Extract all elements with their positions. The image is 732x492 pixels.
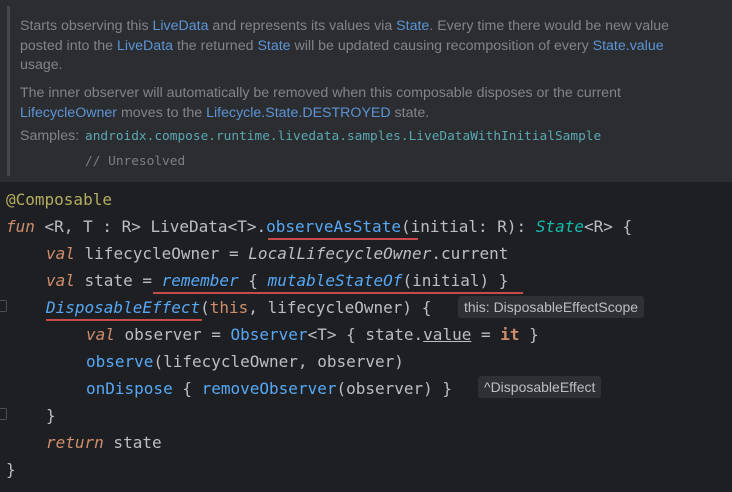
code-text: state =: [74, 271, 162, 290]
doc-link-state-value[interactable]: State.value: [593, 38, 664, 54]
code-line-lifecycle-owner[interactable]: val lifecycleOwner = LocalLifecycleOwner…: [46, 240, 508, 267]
doc-link-destroyed[interactable]: Lifecycle.State.DESTROYED: [206, 105, 391, 121]
doc-paragraph-1: Starts observing this LiveData and repre…: [20, 17, 710, 76]
code-line-return[interactable]: return state: [46, 429, 162, 456]
code-text: }: [6, 460, 16, 479]
property-value: value: [423, 325, 472, 344]
parameters: (initial: R):: [400, 217, 536, 236]
code-line-observer[interactable]: val observer = Observer<T> { state.value…: [86, 321, 539, 348]
fold-marker[interactable]: [0, 300, 7, 312]
keyword-val: val: [86, 325, 115, 344]
keyword-return: return: [46, 433, 104, 452]
keyword-it: it: [500, 325, 520, 344]
code-text: , lifecycleOwner) {: [248, 298, 432, 317]
code-line-ondispose[interactable]: onDispose { removeObserver(observer) }: [86, 375, 452, 402]
annotation: @Composable: [6, 190, 112, 209]
error-underline: [268, 238, 418, 240]
code-text: (: [200, 298, 210, 317]
keyword-val: val: [46, 271, 75, 290]
code-line-close-brace[interactable]: }: [46, 402, 56, 429]
doc-text: usage.: [20, 57, 63, 74]
code-text: lifecycleOwner =: [74, 244, 249, 263]
documentation-popup: Starts observing this LiveData and repre…: [0, 0, 732, 182]
code-text: observer =: [114, 325, 231, 344]
code-text: {: [238, 271, 268, 290]
keyword-val: val: [46, 244, 75, 263]
doc-text: the returned: [173, 37, 258, 54]
local-lifecycle-owner: LocalLifecycleOwner: [248, 244, 432, 263]
doc-sample-link[interactable]: androidx.compose.runtime.livedata.sample…: [85, 129, 601, 144]
inlay-hint-this: this: DisposableEffectScope: [458, 296, 645, 318]
generic-params: <R, T : R>: [34, 217, 151, 236]
fn-removeobserver: removeObserver: [201, 379, 337, 398]
code-text: (initial) }: [402, 271, 509, 290]
inlay-hint-dispose: ^DisposableEffect: [478, 376, 602, 398]
code-text: (lifecycleOwner, observer): [153, 352, 404, 371]
doc-link-state[interactable]: State: [396, 18, 429, 34]
receiver-type: LiveData<T>.: [150, 217, 267, 236]
signature-tail: <R> {: [583, 217, 633, 236]
doc-sample-comment: // Unresolved: [85, 154, 186, 169]
error-underline: [153, 292, 523, 294]
doc-text: moves to the: [117, 104, 207, 121]
code-text: .current: [431, 244, 509, 263]
code-text: (observer) }: [336, 379, 453, 398]
code-line-signature[interactable]: fun <R, T : R> LiveData<T>.observeAsStat…: [6, 213, 632, 240]
code-text: {: [172, 379, 202, 398]
keyword-fun: fun: [6, 217, 35, 236]
code-text: }: [519, 325, 539, 344]
code-line-observe[interactable]: observe(lifecycleOwner, observer): [86, 348, 404, 375]
function-name: observeAsState: [266, 217, 401, 236]
code-line-state[interactable]: val state = remember { mutableStateOf(in…: [46, 267, 508, 294]
doc-quote-bar: [7, 6, 10, 176]
code-text: <T>: [307, 325, 337, 344]
fn-mutablestateof: mutableStateOf: [267, 271, 403, 290]
code-text: state: [103, 433, 162, 452]
doc-link-livedata[interactable]: LiveData: [152, 18, 208, 34]
code-text: }: [46, 406, 56, 425]
fn-observe: observe: [86, 352, 154, 371]
doc-text: will be updated causing recomposition of…: [290, 37, 593, 54]
code-line-annotation[interactable]: @Composable: [6, 186, 112, 213]
code-line-final-brace[interactable]: }: [6, 456, 16, 483]
code-text: =: [471, 325, 501, 344]
doc-link-livedata-2[interactable]: LiveData: [117, 38, 173, 54]
code-line-disposable-effect[interactable]: DisposableEffect(this, lifecycleOwner) {: [46, 294, 431, 321]
fn-remember: remember: [161, 271, 239, 290]
doc-link-lifecycleowner[interactable]: LifecycleOwner: [20, 105, 117, 121]
doc-paragraph-2: The inner observer will automatically be…: [20, 84, 710, 123]
code-text: { state.: [336, 325, 424, 344]
fold-marker[interactable]: [0, 408, 7, 420]
fn-disposableeffect: DisposableEffect: [46, 298, 201, 317]
doc-link-state-2[interactable]: State: [257, 38, 290, 54]
doc-text: The inner observer will automatically be…: [20, 85, 621, 101]
doc-samples-label: Samples:: [20, 128, 80, 144]
doc-text: state.: [390, 104, 430, 121]
doc-text: and represents its values via: [208, 18, 397, 34]
keyword-this: this: [209, 298, 249, 317]
error-underline: [46, 319, 202, 321]
return-type: State: [535, 217, 584, 236]
fn-ondispose: onDispose: [86, 379, 173, 398]
doc-text: Starts observing this: [20, 18, 153, 34]
observer-type: Observer: [230, 325, 308, 344]
